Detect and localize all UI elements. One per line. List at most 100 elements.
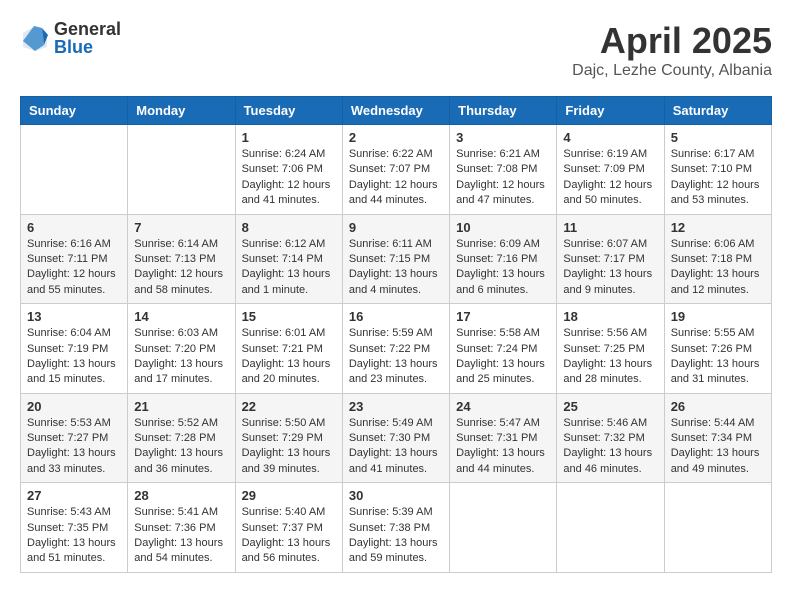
calendar-header-row: SundayMondayTuesdayWednesdayThursdayFrid… xyxy=(21,97,772,125)
calendar-cell: 2 Sunrise: 6:22 AM Sunset: 7:07 PM Daylig… xyxy=(342,125,449,215)
day-info: Sunrise: 6:19 AM Sunset: 7:09 PM Dayligh… xyxy=(563,147,657,209)
day-info: Sunrise: 5:52 AM Sunset: 7:28 PM Dayligh… xyxy=(134,416,228,478)
calendar-cell: 3Sunrise: 6:21 AM Sunset: 7:08 PM Daylig… xyxy=(450,125,557,215)
day-info: Sunrise: 5:50 AM Sunset: 7:29 PM Dayligh… xyxy=(242,416,336,478)
day-info: Sunrise: 6:09 AM Sunset: 7:16 PM Dayligh… xyxy=(456,237,550,299)
calendar-cell xyxy=(128,125,235,215)
location-title: Dajc, Lezhe County, Albania xyxy=(572,62,772,80)
col-header-saturday: Saturday xyxy=(664,97,771,125)
day-number: 27 xyxy=(27,488,121,503)
day-info: Sunrise: 6:22 AM Sunset: 7:07 PM Dayligh… xyxy=(349,147,443,209)
day-number: 23 xyxy=(349,399,443,414)
month-title: April 2025 xyxy=(572,20,772,62)
calendar-cell xyxy=(664,483,771,573)
calendar-cell xyxy=(557,483,664,573)
calendar-cell: 19Sunrise: 5:55 AM Sunset: 7:26 PM Dayli… xyxy=(664,304,771,394)
calendar-cell: 30 Sunrise: 5:39 AM Sunset: 7:38 PM Dayli… xyxy=(342,483,449,573)
day-info: Sunrise: 5:41 AM Sunset: 7:36 PM Dayligh… xyxy=(134,505,228,567)
day-number: 30 xyxy=(349,488,443,503)
day-info: Sunrise: 5:53 AM Sunset: 7:27 PM Dayligh… xyxy=(27,416,121,478)
calendar-cell: 16Sunrise: 5:59 AM Sunset: 7:22 PM Dayli… xyxy=(342,304,449,394)
col-header-friday: Friday xyxy=(557,97,664,125)
day-number: 24 xyxy=(456,399,550,414)
day-number: 26 xyxy=(671,399,765,414)
calendar-cell: 28Sunrise: 5:41 AM Sunset: 7:36 PM Dayli… xyxy=(128,483,235,573)
day-number: 19 xyxy=(671,309,765,324)
day-info: Sunrise: 5:44 AM Sunset: 7:34 PM Dayligh… xyxy=(671,416,765,478)
logo-text: General Blue xyxy=(54,20,121,56)
day-number: 22 xyxy=(242,399,336,414)
col-header-tuesday: Tuesday xyxy=(235,97,342,125)
day-number: 11 xyxy=(563,220,657,235)
logo-icon xyxy=(20,23,50,53)
day-number: 21 xyxy=(134,399,228,414)
calendar-table: SundayMondayTuesdayWednesdayThursdayFrid… xyxy=(20,96,772,573)
day-info: Sunrise: 6:07 AM Sunset: 7:17 PM Dayligh… xyxy=(563,237,657,299)
page-header: General Blue April 2025 Dajc, Lezhe Coun… xyxy=(20,20,772,80)
day-number: 1 xyxy=(242,130,336,145)
calendar-cell: 10 Sunrise: 6:09 AM Sunset: 7:16 PM Dayli… xyxy=(450,214,557,304)
day-info: Sunrise: 5:40 AM Sunset: 7:37 PM Dayligh… xyxy=(242,505,336,567)
calendar-cell: 13 Sunrise: 6:04 AM Sunset: 7:19 PM Dayli… xyxy=(21,304,128,394)
day-number: 7 xyxy=(134,220,228,235)
day-info: Sunrise: 6:17 AM Sunset: 7:10 PM Dayligh… xyxy=(671,147,765,209)
col-header-thursday: Thursday xyxy=(450,97,557,125)
calendar-cell: 14 Sunrise: 6:03 AM Sunset: 7:20 PM Dayli… xyxy=(128,304,235,394)
calendar-cell: 4 Sunrise: 6:19 AM Sunset: 7:09 PM Daylig… xyxy=(557,125,664,215)
calendar-cell: 26 Sunrise: 5:44 AM Sunset: 7:34 PM Dayli… xyxy=(664,393,771,483)
day-number: 29 xyxy=(242,488,336,503)
calendar-cell xyxy=(450,483,557,573)
calendar-cell: 27Sunrise: 5:43 AM Sunset: 7:35 PM Dayli… xyxy=(21,483,128,573)
day-number: 6 xyxy=(27,220,121,235)
day-number: 12 xyxy=(671,220,765,235)
calendar-cell: 9 Sunrise: 6:11 AM Sunset: 7:15 PM Daylig… xyxy=(342,214,449,304)
calendar-cell: 24 Sunrise: 5:47 AM Sunset: 7:31 PM Dayli… xyxy=(450,393,557,483)
day-number: 25 xyxy=(563,399,657,414)
calendar-cell: 7Sunrise: 6:14 AM Sunset: 7:13 PM Daylig… xyxy=(128,214,235,304)
calendar-cell: 6 Sunrise: 6:16 AM Sunset: 7:11 PM Daylig… xyxy=(21,214,128,304)
calendar-cell: 22 Sunrise: 5:50 AM Sunset: 7:29 PM Dayli… xyxy=(235,393,342,483)
calendar-week-2: 6 Sunrise: 6:16 AM Sunset: 7:11 PM Daylig… xyxy=(21,214,772,304)
calendar-cell: 1 Sunrise: 6:24 AM Sunset: 7:06 PM Daylig… xyxy=(235,125,342,215)
day-info: Sunrise: 6:11 AM Sunset: 7:15 PM Dayligh… xyxy=(349,237,443,299)
day-info: Sunrise: 6:21 AM Sunset: 7:08 PM Dayligh… xyxy=(456,147,550,209)
day-number: 13 xyxy=(27,309,121,324)
logo: General Blue xyxy=(20,20,121,56)
day-info: Sunrise: 6:03 AM Sunset: 7:20 PM Dayligh… xyxy=(134,326,228,388)
day-info: Sunrise: 6:16 AM Sunset: 7:11 PM Dayligh… xyxy=(27,237,121,299)
logo-blue: Blue xyxy=(54,38,121,56)
day-info: Sunrise: 6:04 AM Sunset: 7:19 PM Dayligh… xyxy=(27,326,121,388)
day-info: Sunrise: 5:58 AM Sunset: 7:24 PM Dayligh… xyxy=(456,326,550,388)
day-number: 10 xyxy=(456,220,550,235)
day-info: Sunrise: 5:49 AM Sunset: 7:30 PM Dayligh… xyxy=(349,416,443,478)
day-number: 9 xyxy=(349,220,443,235)
day-info: Sunrise: 6:24 AM Sunset: 7:06 PM Dayligh… xyxy=(242,147,336,209)
day-number: 5 xyxy=(671,130,765,145)
day-number: 14 xyxy=(134,309,228,324)
title-block: April 2025 Dajc, Lezhe County, Albania xyxy=(572,20,772,80)
calendar-week-4: 20 Sunrise: 5:53 AM Sunset: 7:27 PM Dayli… xyxy=(21,393,772,483)
day-number: 4 xyxy=(563,130,657,145)
day-number: 18 xyxy=(563,309,657,324)
day-info: Sunrise: 6:01 AM Sunset: 7:21 PM Dayligh… xyxy=(242,326,336,388)
day-info: Sunrise: 5:46 AM Sunset: 7:32 PM Dayligh… xyxy=(563,416,657,478)
calendar-cell: 23 Sunrise: 5:49 AM Sunset: 7:30 PM Dayli… xyxy=(342,393,449,483)
col-header-wednesday: Wednesday xyxy=(342,97,449,125)
calendar-cell: 15Sunrise: 6:01 AM Sunset: 7:21 PM Dayli… xyxy=(235,304,342,394)
calendar-week-1: 1 Sunrise: 6:24 AM Sunset: 7:06 PM Daylig… xyxy=(21,125,772,215)
calendar-cell: 21 Sunrise: 5:52 AM Sunset: 7:28 PM Dayli… xyxy=(128,393,235,483)
logo-general: General xyxy=(54,20,121,38)
day-info: Sunrise: 6:12 AM Sunset: 7:14 PM Dayligh… xyxy=(242,237,336,299)
calendar-cell: 8Sunrise: 6:12 AM Sunset: 7:14 PM Daylig… xyxy=(235,214,342,304)
calendar-cell: 18Sunrise: 5:56 AM Sunset: 7:25 PM Dayli… xyxy=(557,304,664,394)
day-info: Sunrise: 5:39 AM Sunset: 7:38 PM Dayligh… xyxy=(349,505,443,567)
calendar-cell xyxy=(21,125,128,215)
calendar-cell: 20 Sunrise: 5:53 AM Sunset: 7:27 PM Dayli… xyxy=(21,393,128,483)
day-number: 20 xyxy=(27,399,121,414)
calendar-cell: 25 Sunrise: 5:46 AM Sunset: 7:32 PM Dayli… xyxy=(557,393,664,483)
calendar-cell: 17Sunrise: 5:58 AM Sunset: 7:24 PM Dayli… xyxy=(450,304,557,394)
day-info: Sunrise: 6:06 AM Sunset: 7:18 PM Dayligh… xyxy=(671,237,765,299)
day-number: 2 xyxy=(349,130,443,145)
day-info: Sunrise: 5:47 AM Sunset: 7:31 PM Dayligh… xyxy=(456,416,550,478)
day-number: 16 xyxy=(349,309,443,324)
